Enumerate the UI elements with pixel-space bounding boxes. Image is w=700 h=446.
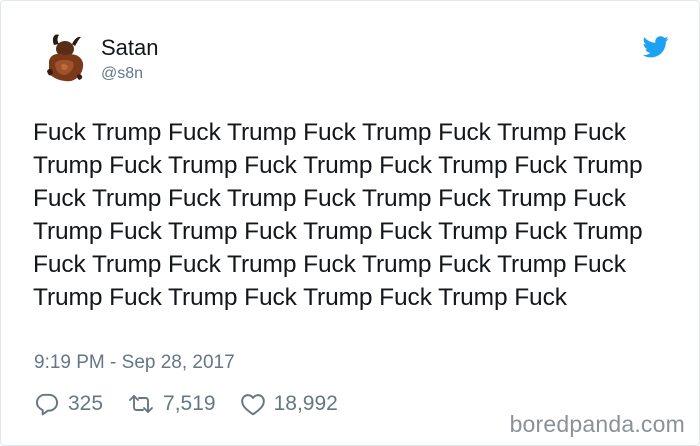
satan-avatar-image (37, 31, 91, 85)
like-button[interactable]: 18,992 (240, 392, 338, 416)
retweet-button[interactable]: 7,519 (127, 392, 216, 416)
twitter-bird-icon[interactable] (642, 36, 669, 58)
retweet-icon (129, 395, 153, 413)
display-name[interactable]: Satan (101, 35, 159, 61)
reply-button[interactable]: 325 (34, 391, 103, 417)
avatar[interactable] (37, 31, 91, 85)
like-count: 18,992 (273, 392, 338, 415)
tweet-timestamp[interactable]: 9:19 PM - Sep 28, 2017 (34, 351, 235, 375)
tweet-actions: 325 7,519 18,992 (34, 389, 362, 419)
boredpanda-watermark: boredpanda.com (509, 411, 685, 437)
tweet-text: Fuck Trump Fuck Trump Fuck Trump Fuck Tr… (33, 119, 643, 311)
retweet-count: 7,519 (163, 392, 216, 415)
reply-icon (35, 393, 59, 416)
heart-icon (240, 394, 265, 416)
reply-count: 325 (68, 392, 104, 415)
tweet-card: Satan @s8n Fuck Trump Fuck Trump Fuck Tr… (0, 0, 700, 446)
user-handle[interactable]: @s8n (101, 64, 143, 84)
